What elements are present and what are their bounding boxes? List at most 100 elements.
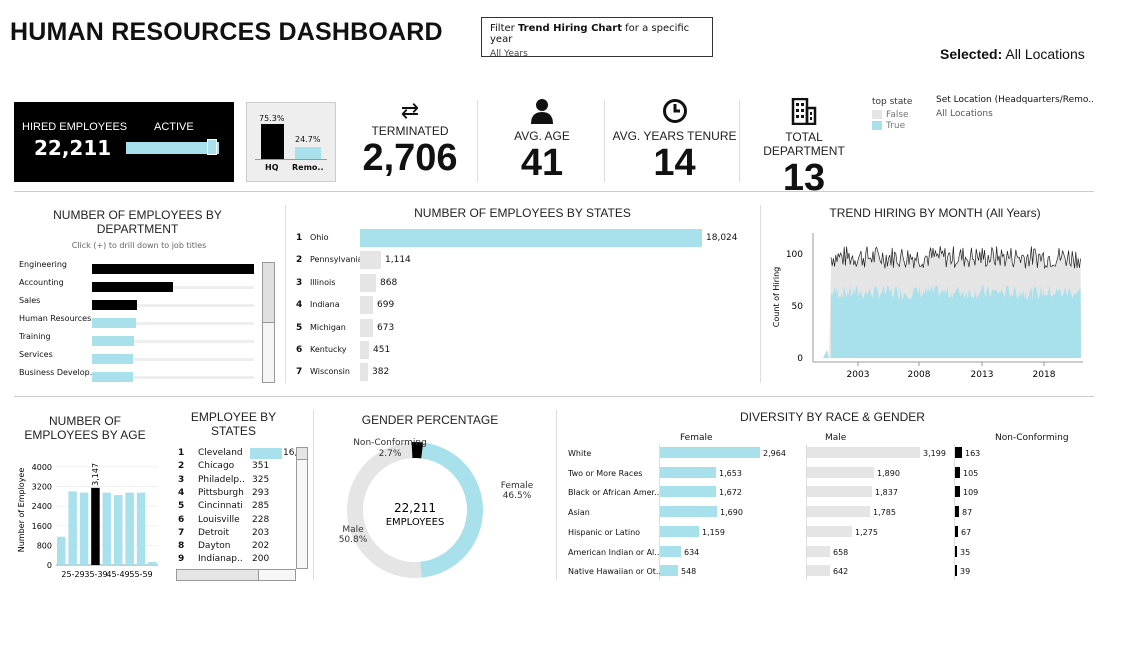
state-bar — [360, 363, 368, 382]
diversity-row-label: White — [568, 449, 592, 458]
states-title: NUMBER OF EMPLOYEES BY STATES — [414, 206, 631, 220]
state-rank: 1 — [296, 233, 303, 243]
terminated-value: 2,706 — [362, 137, 458, 179]
department-kpi: TOTAL DEPARTMENT 13 — [744, 97, 864, 198]
emp-state-city: Louisville — [198, 514, 240, 525]
gender-center-label: EMPLOYEES — [386, 517, 445, 528]
diversity-male-bar — [807, 466, 874, 478]
trend-ytick: 100 — [786, 250, 803, 260]
state-rank: 2 — [296, 255, 303, 266]
age-xtick: 55-59 — [129, 570, 152, 579]
trend-xtick: 2013 — [971, 370, 994, 380]
emp-state-city: Philadelp.. — [198, 474, 245, 485]
trend-chart: Count of Hiring 0 50 100 2003 2008 2013 2018 — [772, 233, 1083, 380]
swap-icon: ⇄ — [400, 98, 420, 123]
dept-scrollbar[interactable] — [262, 262, 275, 383]
emp-states-title: EMPLOYEE BY STATES — [190, 410, 277, 438]
diversity-nc-value: 39 — [960, 567, 971, 577]
emp-state-value: 293 — [252, 487, 270, 498]
trend-ramp — [829, 268, 831, 358]
selected-value: All Locations — [1005, 46, 1085, 62]
dept-row-label: Business Develop.. — [19, 368, 95, 377]
age-xtick: 45-49 — [106, 570, 129, 579]
state-value: 18,024 — [706, 233, 738, 243]
diversity-title: DIVERSITY BY RACE & GENDER — [740, 410, 925, 424]
age-value: 41 — [520, 142, 564, 184]
diversity-col-header: Female — [680, 433, 713, 443]
terminated-kpi: ⇄ TERMINATED 2,706 — [350, 98, 470, 178]
age-bar — [148, 562, 157, 565]
filter-label-bold: Trend Hiring Chart — [517, 23, 622, 34]
year-filter[interactable]: Filter Trend Hiring Chart for a specific… — [481, 17, 713, 59]
diversity-male-value: 1,275 — [855, 527, 878, 537]
diversity-nc-value: 109 — [963, 488, 979, 498]
dept-title: NUMBER OF EMPLOYEES BY DEPARTMENT — [53, 208, 222, 236]
emp-state-value: 351 — [252, 461, 270, 472]
trend-xtick: 2008 — [908, 370, 931, 380]
emp-state-city: Cleveland — [198, 448, 243, 458]
hq-axis — [255, 159, 327, 160]
age-bar — [79, 492, 89, 565]
dept-bar — [92, 372, 133, 382]
age-ylabel: Number of Employee — [17, 468, 26, 553]
location-filter-value: All Locations — [936, 109, 993, 119]
diversity-row-label: Asian — [568, 508, 590, 518]
remote-label: Remo.. — [292, 163, 324, 172]
tenure-kpi: AVG. YEARS TENURE 14 — [612, 98, 737, 183]
scroll-thumb[interactable] — [263, 263, 274, 323]
gender-chart: 22,211 EMPLOYEES Non-Conforming2.7% Female4… — [339, 438, 534, 578]
female-name: Female — [501, 481, 534, 491]
male-pct: 50.8% — [339, 535, 368, 545]
dept-row-label: Sales — [19, 296, 41, 305]
diversity-female-value: 2,964 — [763, 449, 786, 458]
tenure-label: AVG. YEARS TENURE — [612, 129, 737, 143]
divider — [313, 410, 314, 580]
diversity-female-bar — [660, 545, 681, 557]
diversity-female-bar — [660, 565, 678, 577]
age-highlight-label: 3,147 — [91, 463, 100, 486]
divider — [604, 100, 605, 182]
emp-states-vscroll[interactable] — [296, 447, 308, 569]
emp-states-hscroll[interactable] — [176, 569, 296, 581]
emp-state-rank: 2 — [178, 461, 185, 472]
state-bar — [360, 273, 376, 292]
dept-row-label: Accounting — [19, 278, 64, 287]
state-value: 868 — [380, 277, 398, 288]
legend-false[interactable]: False — [872, 109, 912, 120]
divider — [14, 191, 1094, 192]
page-title: HUMAN RESOURCES DASHBOARD — [10, 18, 443, 46]
age-bar — [91, 487, 100, 565]
diversity-female-value: 1,653 — [719, 468, 742, 478]
building-icon — [791, 97, 817, 126]
age-chart: Number of Employee 0 800 1600 2400 3200 4000 3,… — [17, 463, 158, 579]
dept-chart: Engineering Accounting Sales Human Resource… — [16, 258, 261, 384]
emp-state-city: Indianap.. — [198, 554, 243, 565]
hired-employees-card[interactable]: HIRED EMPLOYEES ACTIVE 22,211 — [14, 102, 234, 182]
dept-row-label: Human Resources — [19, 314, 92, 323]
remote-pct: 24.7% — [295, 135, 321, 144]
diversity-male-bar — [807, 506, 870, 518]
divider — [556, 410, 557, 580]
legend-true[interactable]: True — [872, 120, 912, 131]
diversity-male-value: 642 — [833, 567, 849, 577]
diversity-male-bar — [807, 565, 830, 577]
gender-center-value: 22,211 — [394, 501, 436, 515]
diversity-male-value: 658 — [833, 547, 849, 557]
emp-state-city: Cincinnati — [198, 501, 243, 512]
legend-title: top state — [872, 97, 913, 107]
hired-label: HIRED EMPLOYEES — [22, 121, 128, 133]
location-filter-label: Set Location (Headquarters/Remo.. — [936, 95, 1094, 105]
dept-bar — [92, 264, 254, 274]
state-rank: 7 — [296, 367, 303, 378]
state-rank: 5 — [296, 322, 303, 333]
state-rank: 6 — [296, 345, 303, 355]
dept-bar — [92, 318, 136, 328]
selected-label: Selected: — [940, 46, 1003, 62]
emp-state-rank: 7 — [178, 527, 185, 538]
location-filter[interactable]: Set Location (Headquarters/Remo.. All Lo… — [936, 95, 1136, 119]
emp-state-rank: 9 — [178, 554, 185, 565]
dept-label: TOTAL DEPARTMENT — [763, 130, 845, 158]
emp-state-rank: 5 — [178, 501, 185, 512]
age-ytick: 4000 — [32, 463, 52, 472]
hq-remote-card[interactable]: 75.3% 24.7% HQ Remo.. — [246, 102, 336, 182]
